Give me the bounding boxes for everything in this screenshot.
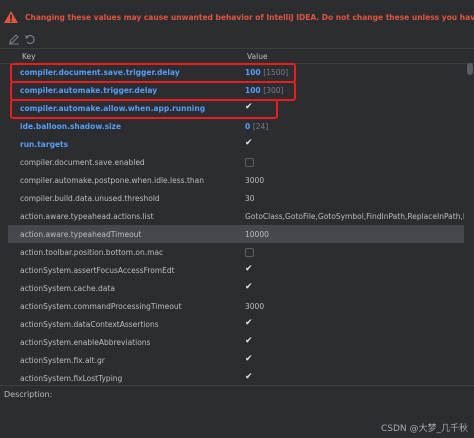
- row-key: actionSystem.fixLostTyping: [20, 373, 123, 383]
- row-key: action.toolbar.position.bottom.on.mac: [20, 247, 164, 257]
- toolbar: [0, 30, 474, 50]
- table-row[interactable]: actionSystem.assertFocusAccessFromEdt: [8, 261, 464, 279]
- row-value-text: 100: [245, 67, 261, 77]
- row-key: actionSystem.fix.alt.gr: [20, 355, 105, 365]
- warning-icon: [4, 11, 18, 23]
- table-row[interactable]: compiler.build.data.unused.threshold 30: [8, 189, 464, 207]
- table-row[interactable]: actionSystem.cache.data: [8, 279, 464, 297]
- row-key: actionSystem.cache.data: [20, 283, 115, 293]
- table-row[interactable]: compiler.document.save.trigger.delay 100 …: [8, 63, 464, 81]
- table-row[interactable]: action.aware.typeahead.actions.list GotoC…: [8, 207, 464, 225]
- unchecked-checkbox[interactable]: [245, 157, 254, 167]
- table-row[interactable]: action.toolbar.position.bottom.on.mac: [8, 243, 464, 261]
- row-key: action.aware.typeahead.actions.list: [20, 211, 154, 221]
- row-value[interactable]: GotoClass,GotoFile,GotoSymbol,FindInPath…: [245, 212, 464, 221]
- row-value-text: GotoClass,GotoFile,GotoSymbol,FindInPath…: [245, 211, 464, 221]
- row-value[interactable]: 10000: [245, 230, 464, 239]
- registry-table: compiler.document.save.trigger.delay 100 …: [8, 63, 464, 383]
- row-key: compiler.automake.postpone.when.idle.les…: [20, 175, 204, 185]
- row-value[interactable]: 100 [300]: [245, 86, 464, 95]
- table-row[interactable]: actionSystem.fixLostTyping: [8, 369, 464, 383]
- row-value[interactable]: 30: [245, 194, 464, 203]
- row-key: actionSystem.enableAbbreviations: [20, 337, 151, 347]
- row-key: actionSystem.assertFocusAccessFromEdt: [20, 265, 175, 275]
- checked-checkbox[interactable]: [245, 354, 254, 365]
- table-row[interactable]: action.aware.typeaheadTimeout 10000: [8, 225, 464, 243]
- row-key: action.aware.typeaheadTimeout: [20, 229, 142, 239]
- row-key: ide.balloon.shadow.size: [20, 121, 122, 131]
- row-key: compiler.automake.allow.when.app.running: [20, 103, 206, 113]
- row-key: actionSystem.dataContextAssertions: [20, 319, 159, 329]
- row-value[interactable]: 0 [24]: [245, 122, 464, 131]
- checked-checkbox[interactable]: [245, 264, 254, 275]
- unchecked-checkbox[interactable]: [245, 247, 254, 257]
- description-label: Description:: [4, 390, 53, 399]
- table-row[interactable]: compiler.document.save.enabled: [8, 153, 464, 171]
- checked-checkbox[interactable]: [245, 102, 254, 113]
- column-header-value[interactable]: Value: [247, 52, 268, 61]
- table-row[interactable]: run.targets: [8, 135, 464, 153]
- row-value-text: 3000: [245, 175, 265, 185]
- table-row[interactable]: compiler.automake.trigger.delay 100 [300]: [8, 81, 464, 99]
- row-default-value: [1500]: [263, 67, 289, 77]
- row-value-text: 30: [245, 193, 255, 203]
- table-row[interactable]: actionSystem.fix.alt.gr: [8, 351, 464, 369]
- table-row[interactable]: actionSystem.dataContextAssertions: [8, 315, 464, 333]
- row-value[interactable]: 100 [1500]: [245, 68, 464, 77]
- table-row[interactable]: actionSystem.commandProcessingTimeout 300…: [8, 297, 464, 315]
- row-value[interactable]: 3000: [245, 302, 464, 311]
- warning-text: Changing these values may cause unwanted…: [25, 13, 474, 22]
- table-row[interactable]: compiler.automake.allow.when.app.running: [8, 99, 464, 117]
- column-header-key[interactable]: Key: [22, 52, 36, 61]
- checked-checkbox[interactable]: [245, 138, 254, 149]
- row-key: compiler.automake.trigger.delay: [20, 85, 158, 95]
- table-scrollbar[interactable]: [466, 63, 474, 383]
- table-header: Key Value: [0, 48, 474, 64]
- scrollbar-thumb[interactable]: [467, 63, 473, 75]
- table-row[interactable]: compiler.automake.postpone.when.idle.les…: [8, 171, 464, 189]
- row-default-value: [24]: [252, 121, 269, 131]
- table-row[interactable]: ide.balloon.shadow.size 0 [24]: [8, 117, 464, 135]
- row-value-text: 100: [245, 85, 261, 95]
- table-row[interactable]: actionSystem.enableAbbreviations: [8, 333, 464, 351]
- row-key: run.targets: [20, 139, 69, 149]
- row-key: compiler.document.save.enabled: [20, 157, 145, 167]
- row-value-text: 0: [245, 121, 251, 131]
- row-key: compiler.build.data.unused.threshold: [20, 193, 160, 203]
- row-key: compiler.document.save.trigger.delay: [20, 67, 180, 77]
- row-key: actionSystem.commandProcessingTimeout: [20, 301, 182, 311]
- warning-banner: Changing these values may cause unwanted…: [0, 0, 474, 34]
- checked-checkbox[interactable]: [245, 336, 254, 347]
- checked-checkbox[interactable]: [245, 282, 254, 293]
- row-default-value: [300]: [263, 85, 284, 95]
- watermark: CSDN @大梦_几千秋: [380, 424, 468, 434]
- checked-checkbox[interactable]: [245, 372, 254, 383]
- row-value-text: 3000: [245, 301, 265, 311]
- row-value[interactable]: 3000: [245, 176, 464, 185]
- checked-checkbox[interactable]: [245, 318, 254, 329]
- description-panel: Description: CSDN @大梦_几千秋: [0, 385, 474, 438]
- edit-icon[interactable]: [8, 33, 20, 45]
- row-value-text: 10000: [245, 229, 269, 239]
- restore-icon[interactable]: [24, 33, 36, 45]
